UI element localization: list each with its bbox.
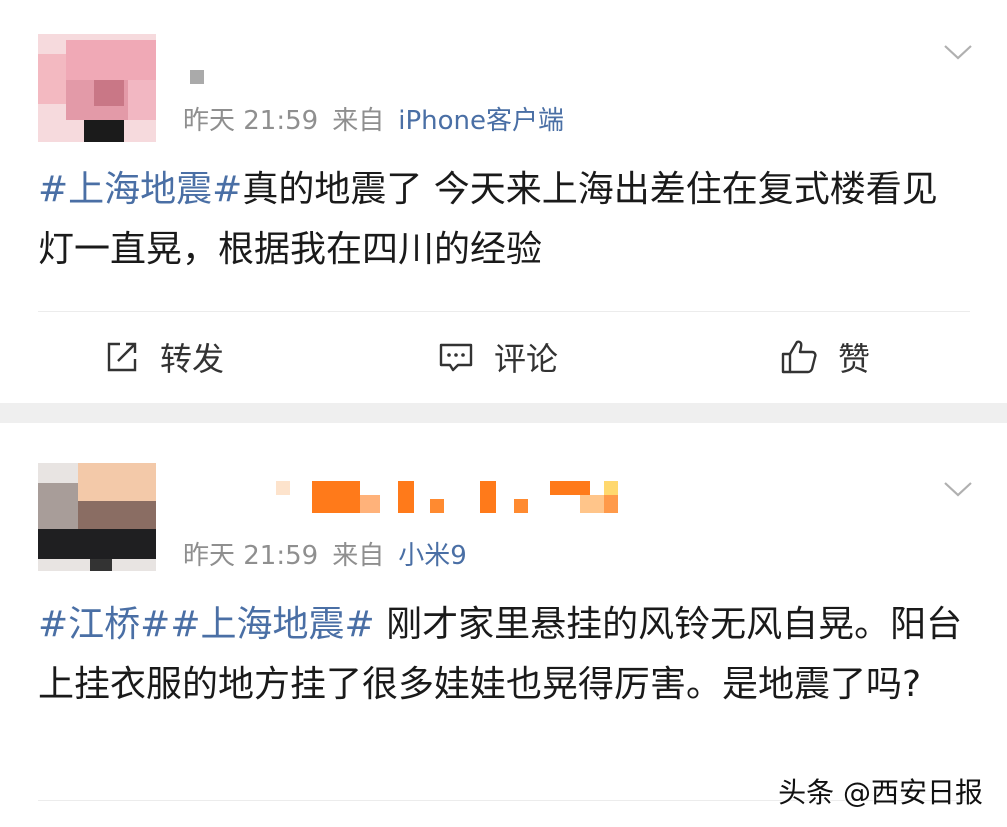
post-content: #上海地震#真的地震了 今天来上海出差住在复式楼看见灯一直晃，根据我在四川的经验 [38,160,968,280]
post-content: #江桥##上海地震# 刚才家里悬挂的风铃无风自晃。阳台上挂衣服的地方挂了很多娃娃… [38,595,968,715]
post-time: 昨天 21:59 [183,541,319,571]
avatar[interactable] [38,463,156,571]
comment-icon [439,343,473,372]
repost-icon [107,342,137,372]
like-label: 赞 [838,340,871,378]
post-meta: 昨天 21:59 来自 小米9 [183,535,467,572]
topic-tag[interactable]: #上海地震# [38,169,242,210]
post-separator [0,403,1007,423]
post-meta: 昨天 21:59 来自 iPhone客户端 [183,100,564,137]
chevron-down-icon[interactable] [943,479,973,499]
post-source[interactable]: 小米9 [398,541,467,571]
like-button[interactable]: 赞 [780,334,870,380]
post-time: 昨天 21:59 [183,106,319,136]
like-icon [781,340,817,374]
watermark: 头条 @西安日报 [778,776,983,809]
username-blurred[interactable] [190,70,204,84]
weibo-post-1: 昨天 21:59 来自 iPhone客户端 #上海地震#真的地震了 今天来上海出差住… [0,0,1007,403]
topic-tag[interactable]: #江桥##上海地震# [38,604,375,645]
comment-label: 评论 [494,340,559,378]
avatar[interactable] [38,34,156,142]
repost-label: 转发 [160,340,225,378]
action-bar: 转发 评论 赞 [38,311,970,403]
comment-button[interactable]: 评论 [438,334,558,380]
source-prefix: 来自 [332,541,385,571]
source-prefix: 来自 [332,106,385,136]
repost-button[interactable]: 转发 [104,334,224,380]
weibo-post-2: 昨天 21:59 来自 小米9 #江桥##上海地震# 刚才家里悬挂的风铃无风自晃。阳… [0,423,1007,827]
post-source[interactable]: iPhone客户端 [398,106,564,136]
chevron-down-icon[interactable] [943,42,973,62]
